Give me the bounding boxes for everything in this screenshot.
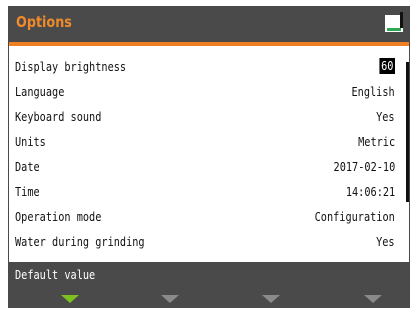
softkey-2-arrow-icon[interactable] <box>161 295 179 303</box>
setting-value: Metric <box>357 134 395 149</box>
softkey-4-arrow-icon[interactable] <box>364 295 382 303</box>
setting-water-during-grinding[interactable]: Water during grinding Yes <box>9 229 401 254</box>
setting-label: Date <box>15 159 40 174</box>
softkey-hint: Default value <box>15 267 96 282</box>
softkey-1-arrow-icon[interactable] <box>61 295 79 303</box>
setting-label: Keyboard sound <box>15 109 102 124</box>
setting-value: Configuration <box>314 209 395 224</box>
setting-label: Water during grinding <box>15 234 145 249</box>
softkey-3-arrow-icon[interactable] <box>262 295 280 303</box>
setting-units[interactable]: Units Metric <box>9 129 401 154</box>
setting-label: Time <box>15 184 40 199</box>
setting-value: English <box>351 84 395 99</box>
setting-value: Yes <box>376 234 395 249</box>
title-bar: Options <box>9 6 409 42</box>
setting-label: Display brightness <box>15 59 127 74</box>
setting-value: 2017-02-10 <box>333 159 395 174</box>
setting-operation-mode[interactable]: Operation mode Configuration <box>9 204 401 229</box>
scrollbar[interactable] <box>406 62 409 202</box>
setting-keyboard-sound[interactable]: Keyboard sound Yes <box>9 104 401 129</box>
setting-display-brightness[interactable]: Display brightness 60 <box>9 54 401 79</box>
setting-value: 14:06:21 <box>345 184 395 199</box>
setting-value-selected[interactable]: 60 <box>379 58 395 74</box>
setting-value: Yes <box>376 109 395 124</box>
setting-label: Units <box>15 134 46 149</box>
setting-language[interactable]: Language English <box>9 79 401 104</box>
setting-date[interactable]: Date 2017-02-10 <box>9 154 401 179</box>
title-divider <box>9 42 409 46</box>
page-title: Options <box>16 13 72 31</box>
setting-time[interactable]: Time 14:06:21 <box>9 179 401 204</box>
setting-label: Language <box>15 84 65 99</box>
settings-list: Display brightness 60 Language English K… <box>9 54 401 254</box>
options-screen: Options Display brightness 60 Language E… <box>8 6 410 308</box>
setting-label: Operation mode <box>15 209 102 224</box>
battery-icon <box>385 12 403 32</box>
